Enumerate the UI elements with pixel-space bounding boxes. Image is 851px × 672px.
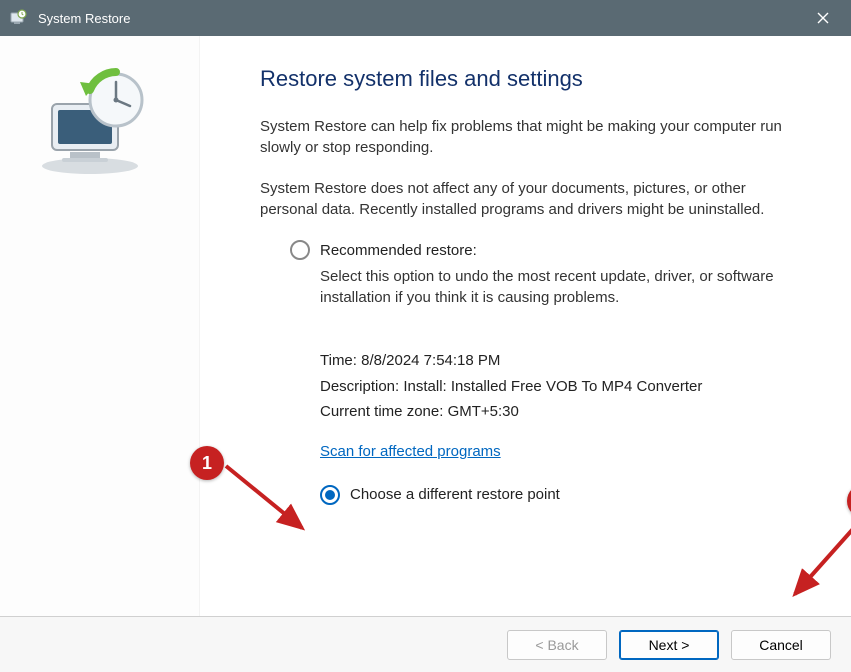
system-restore-hero-icon [30, 66, 150, 176]
detail-timezone: Current time zone: GMT+5:30 [320, 399, 791, 425]
titlebar: System Restore [0, 0, 851, 36]
system-restore-icon [8, 8, 28, 28]
content-area: Restore system files and settings System… [200, 36, 851, 616]
intro-paragraph-2: System Restore does not affect any of yo… [260, 178, 791, 220]
detail-description: Description: Install: Installed Free VOB… [320, 374, 791, 400]
option-choose-label: Choose a different restore point [350, 482, 560, 508]
annotation-callout-2: 2 [847, 484, 851, 518]
detail-time: Time: 8/8/2024 7:54:18 PM [320, 348, 791, 374]
annotation-callout-1: 1 [190, 446, 224, 480]
intro-paragraph-1: System Restore can help fix problems tha… [260, 116, 791, 158]
radio-selected-icon [320, 485, 340, 505]
dialog-footer: < Back Next > Cancel [0, 616, 851, 672]
annotation-arrow-1 [222, 462, 312, 542]
option-recommended-label: Recommended restore: [320, 242, 477, 259]
scan-affected-programs-link[interactable]: Scan for affected programs [320, 439, 501, 465]
close-button[interactable] [803, 0, 843, 36]
close-icon [816, 11, 830, 25]
sidebar [0, 36, 200, 616]
page-heading: Restore system files and settings [260, 66, 791, 92]
window-title: System Restore [38, 11, 803, 26]
option-choose-different[interactable]: Choose a different restore point [320, 482, 791, 508]
annotation-arrow-2 [775, 516, 851, 606]
option-recommended[interactable]: Recommended restore: [290, 240, 791, 260]
restore-options: Recommended restore: Select this option … [290, 240, 791, 508]
cancel-button[interactable]: Cancel [731, 630, 831, 660]
back-button: < Back [507, 630, 607, 660]
next-button[interactable]: Next > [619, 630, 719, 660]
radio-unselected-icon [290, 240, 310, 260]
restore-point-details: Time: 8/8/2024 7:54:18 PM Description: I… [320, 348, 791, 508]
dialog-body: Restore system files and settings System… [0, 36, 851, 616]
option-recommended-desc: Select this option to undo the most rece… [320, 266, 791, 308]
